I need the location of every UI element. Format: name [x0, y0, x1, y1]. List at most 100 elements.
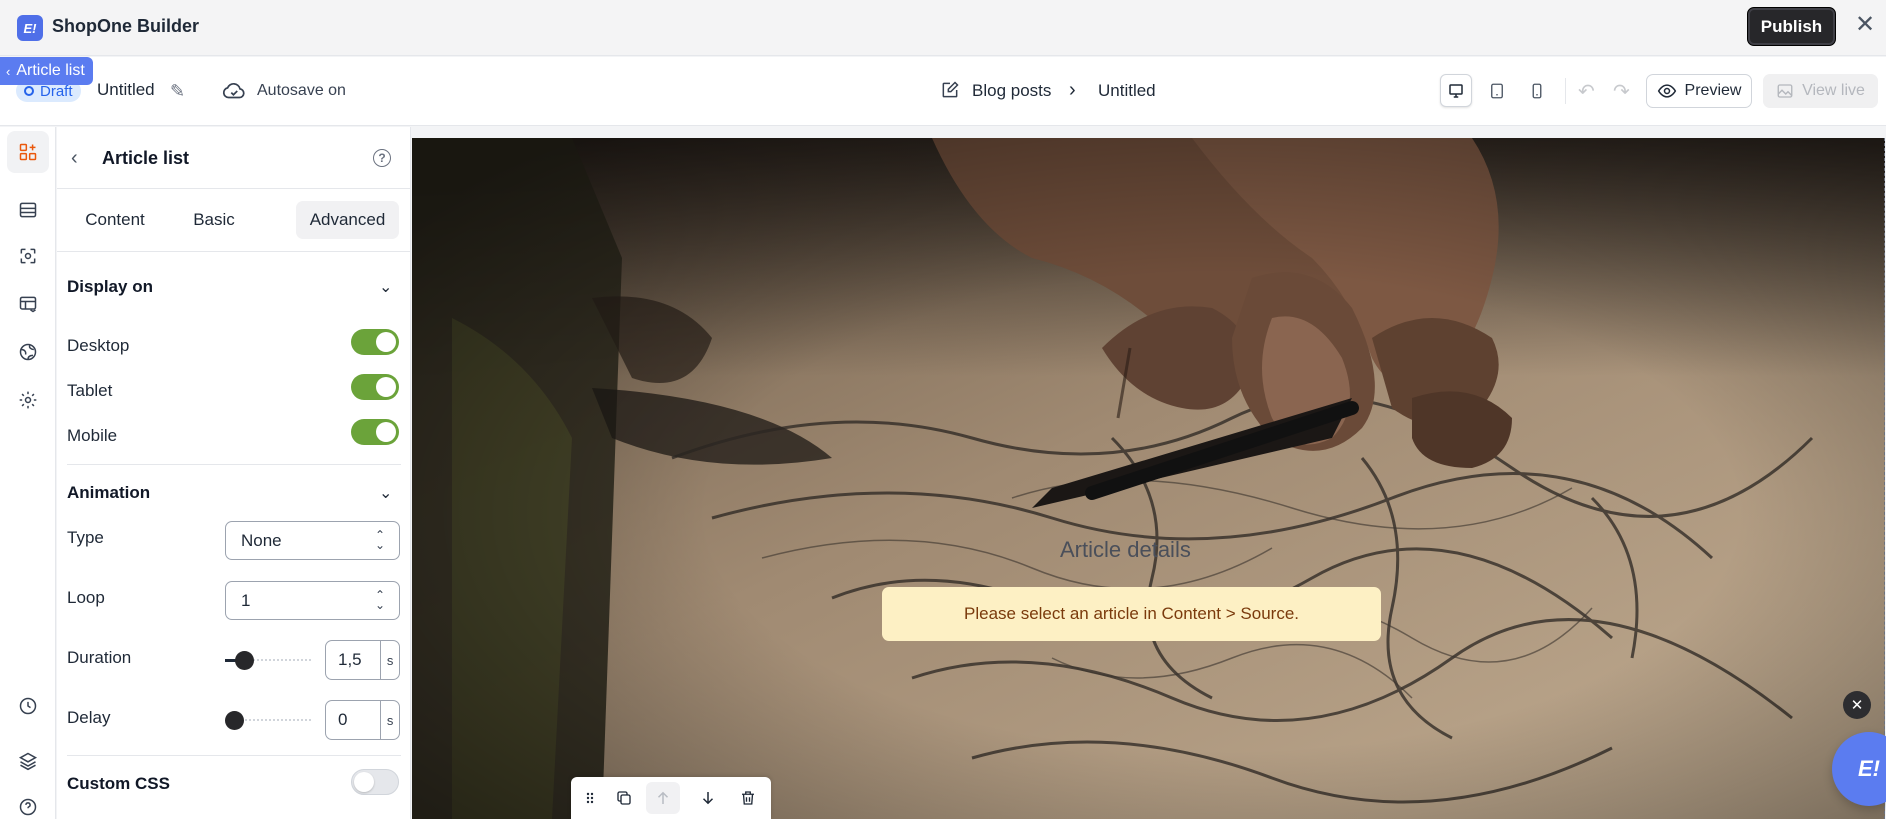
rail-components[interactable]: [7, 235, 49, 277]
delay-label: Delay: [67, 708, 111, 727]
question-circle-icon: [19, 798, 37, 816]
select-arrows-icon: ⌃ ⌄: [374, 528, 385, 552]
globe-icon: [19, 343, 37, 361]
app-title: ShopOne Builder: [52, 16, 200, 36]
tab-advanced[interactable]: Advanced: [296, 201, 399, 239]
eye-icon: [1657, 84, 1676, 98]
delay-unit: s: [380, 701, 399, 739]
panel-header: ‹ Article list ?: [57, 127, 410, 189]
tablet-icon: [1491, 83, 1503, 98]
custom-css-label: Custom CSS: [67, 774, 170, 793]
rail-add-elements[interactable]: [7, 131, 49, 173]
left-rail: [0, 127, 56, 819]
animation-type-select[interactable]: None ⌃ ⌄: [225, 521, 400, 560]
desktop-icon: [1449, 83, 1463, 98]
hero-image[interactable]: [412, 138, 1885, 819]
components-icon: [20, 248, 36, 264]
help-icon[interactable]: ?: [373, 149, 391, 167]
delay-input[interactable]: 0 s: [325, 700, 400, 740]
duration-label: Duration: [67, 648, 132, 667]
templates-icon: [19, 296, 37, 313]
charcoal-drawing-image: [412, 138, 1885, 819]
desktop-toggle[interactable]: [351, 329, 399, 355]
panel-tabs: Content Basic Advanced: [57, 190, 410, 252]
drag-handle-icon[interactable]: [573, 782, 607, 814]
mobile-icon: [1532, 83, 1542, 98]
animation-loop-select[interactable]: 1 ⌃ ⌄: [225, 581, 400, 620]
animation-heading[interactable]: Animation: [67, 483, 150, 503]
tablet-label: Tablet: [67, 381, 113, 400]
select-arrows-icon: ⌃ ⌄: [374, 588, 385, 612]
mobile-view-button[interactable]: [1521, 74, 1553, 107]
clock-icon: [19, 697, 37, 715]
rail-templates[interactable]: [7, 283, 49, 325]
tab-basic[interactable]: Basic: [177, 201, 251, 239]
duplicate-icon[interactable]: [607, 782, 641, 814]
sections-icon: [19, 202, 37, 218]
section-divider: [67, 464, 401, 465]
breadcrumb-blog-posts[interactable]: Blog posts: [972, 81, 1051, 101]
redo-icon[interactable]: ↷: [1613, 79, 1630, 104]
rail-history[interactable]: [7, 685, 49, 727]
chevron-down-icon[interactable]: ⌄: [379, 483, 392, 503]
element-toolbar: [571, 777, 771, 819]
desktop-view-button[interactable]: [1440, 74, 1472, 107]
settings-panel: ‹ Article list ? Content Basic Advanced …: [57, 127, 411, 819]
chevron-down-icon[interactable]: ⌄: [379, 277, 392, 297]
rail-languages[interactable]: [7, 331, 49, 373]
elements-grid-icon: [19, 143, 37, 161]
tablet-view-button[interactable]: [1481, 74, 1513, 107]
chevron-right-icon: ›: [1069, 79, 1076, 101]
close-icon[interactable]: ✕: [1853, 13, 1877, 37]
back-chevron-icon[interactable]: ‹: [71, 147, 78, 170]
preview-label: Preview: [1684, 82, 1742, 99]
duration-value: 1,5: [338, 650, 362, 669]
undo-icon[interactable]: ↶: [1578, 79, 1595, 104]
mobile-toggle[interactable]: [351, 419, 399, 445]
chevron-left-icon: ‹: [6, 63, 11, 79]
display-on-heading[interactable]: Display on: [67, 277, 153, 297]
image-icon: [1777, 84, 1793, 98]
rail-layers[interactable]: [7, 740, 49, 782]
document-title: Untitled: [97, 80, 155, 99]
view-live-button[interactable]: View live: [1763, 74, 1878, 108]
preview-button[interactable]: Preview: [1646, 74, 1752, 108]
tab-content[interactable]: Content: [71, 201, 159, 239]
rail-sections[interactable]: [7, 189, 49, 231]
autosave-status: Autosave on: [257, 82, 346, 99]
rail-settings[interactable]: [7, 379, 49, 421]
canvas-selection-edge: [1884, 138, 1885, 819]
close-icon[interactable]: ✕: [1843, 691, 1871, 719]
duration-input[interactable]: 1,5 s: [325, 640, 400, 680]
move-up-icon[interactable]: [646, 782, 680, 814]
layers-icon: [18, 752, 38, 771]
publish-button[interactable]: Publish: [1747, 7, 1836, 46]
animation-type-value: None: [241, 530, 282, 550]
selected-element-chip[interactable]: ‹ Article list: [0, 57, 93, 85]
edit-document-icon: [942, 81, 959, 98]
duration-slider-handle[interactable]: [235, 651, 254, 670]
status-dot-icon: [24, 86, 34, 96]
top-bar: E! ShopOne Builder Publish ✕: [0, 0, 1886, 56]
duration-unit: s: [380, 641, 399, 679]
rail-help[interactable]: [7, 786, 49, 819]
loop-label: Loop: [67, 588, 105, 607]
app-logo-icon: E!: [17, 15, 43, 41]
section-divider: [67, 755, 401, 756]
desktop-label: Desktop: [67, 336, 130, 355]
status-label: Draft: [40, 82, 73, 100]
mobile-label: Mobile: [67, 426, 118, 445]
article-details-heading[interactable]: Article details: [1060, 537, 1191, 563]
view-live-label: View live: [1802, 82, 1865, 99]
select-article-notice: Please select an article in Content > So…: [882, 587, 1381, 641]
breadcrumb-current: Untitled: [1098, 81, 1156, 100]
tablet-toggle[interactable]: [351, 374, 399, 400]
pencil-icon[interactable]: ✎: [170, 81, 185, 102]
trash-icon[interactable]: [731, 782, 765, 814]
delay-value: 0: [338, 710, 348, 729]
custom-css-toggle[interactable]: [351, 769, 399, 795]
panel-title: Article list: [102, 148, 190, 168]
cloud-check-icon: [222, 82, 245, 99]
delay-slider-handle[interactable]: [225, 711, 244, 730]
move-down-icon[interactable]: [691, 782, 725, 814]
